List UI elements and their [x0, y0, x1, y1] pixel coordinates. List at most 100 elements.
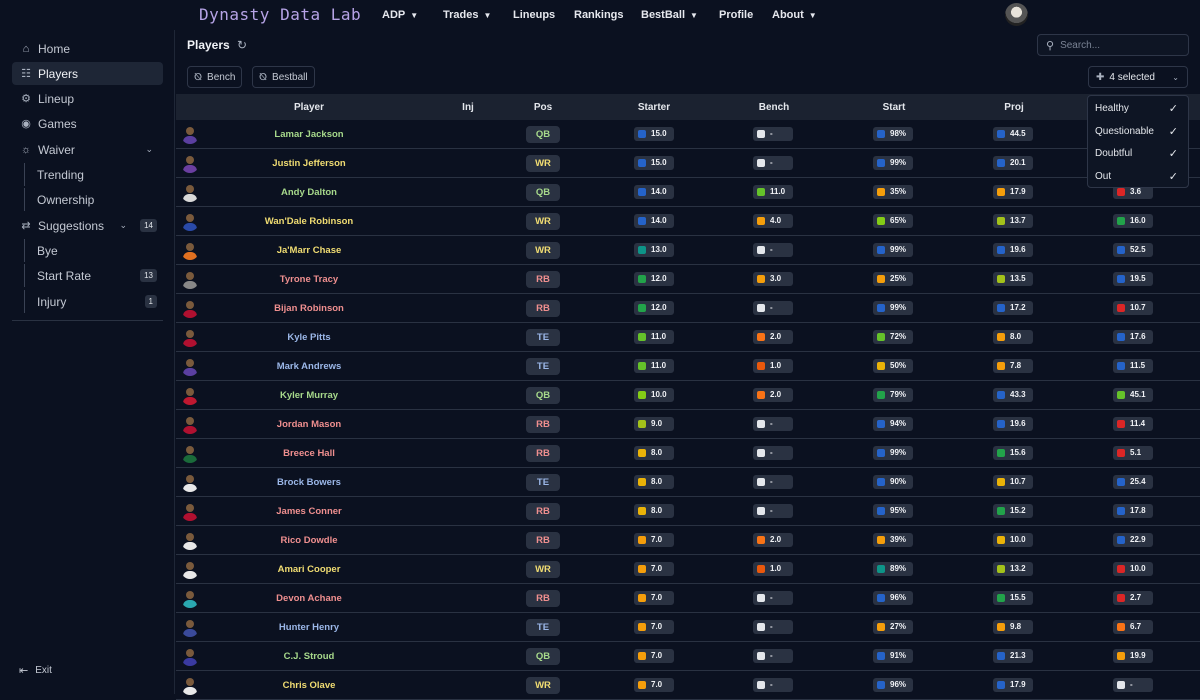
sidebar-item-bye[interactable]: Bye	[24, 239, 163, 262]
player-name[interactable]: James Conner	[276, 506, 341, 517]
proj-cell: 15.5	[993, 591, 1033, 605]
sidebar-item-home[interactable]: ⌂ Home	[12, 37, 163, 60]
sidebar-item-start-rate[interactable]: Start Rate 13	[24, 264, 163, 287]
table-row[interactable]: Hunter Henry TE 7.0 - 27% 9.8 6.7	[176, 613, 1200, 642]
position-badge: WR	[526, 155, 560, 172]
player-name[interactable]: Lamar Jackson	[274, 129, 343, 140]
app-logo[interactable]: Dynasty Data Lab	[199, 5, 361, 24]
column-starter[interactable]: Starter	[638, 102, 670, 113]
sidebar-item-games[interactable]: ◉ Games	[12, 112, 163, 135]
table-row[interactable]: Kyler Murray QB 10.0 2.0 79% 43.3 45.1	[176, 381, 1200, 410]
table-row[interactable]: Lamar Jackson QB 15.0 - 98% 44.5	[176, 120, 1200, 149]
proj-cell: 10.0	[993, 533, 1033, 547]
bench-filter-button[interactable]: ⦰ Bench	[187, 66, 243, 88]
table-row[interactable]: Kyle Pitts TE 11.0 2.0 72% 8.0 17.6	[176, 323, 1200, 352]
injury-status-dropdown: Healthy ✓ Questionable ✓ Doubtful ✓ Out ✓	[1087, 95, 1189, 188]
table-row[interactable]: Wan'Dale Robinson WR 14.0 4.0 65% 13.7 16.0	[176, 207, 1200, 236]
column-start[interactable]: Start	[883, 102, 906, 113]
table-row[interactable]: Devon Achane RB 7.0 - 96% 15.5 2.7	[176, 584, 1200, 613]
table-row[interactable]: Tyrone Tracy RB 12.0 3.0 25% 13.5 19.5	[176, 265, 1200, 294]
proj-cell: 44.5	[993, 127, 1033, 141]
player-avatar	[181, 300, 199, 318]
nav-profile[interactable]: Profile	[719, 0, 753, 30]
starter-cell: 14.0	[634, 214, 674, 228]
nav-rankings[interactable]: Rankings	[574, 0, 624, 30]
player-name[interactable]: C.J. Stroud	[284, 651, 335, 662]
position-badge: RB	[526, 532, 560, 549]
table-row[interactable]: Amari Cooper WR 7.0 1.0 89% 13.2 10.0	[176, 555, 1200, 584]
nav-about[interactable]: About ▼	[772, 0, 817, 30]
table-row[interactable]: James Conner RB 8.0 - 95% 15.2 17.8	[176, 497, 1200, 526]
player-name[interactable]: Rico Dowdle	[280, 535, 337, 546]
search-input[interactable]: ⚲ Search...	[1037, 34, 1189, 56]
sidebar-item-trending[interactable]: Trending	[24, 163, 163, 186]
player-name[interactable]: Bijan Robinson	[274, 303, 344, 314]
column-pos[interactable]: Pos	[534, 102, 552, 113]
player-name[interactable]: Chris Olave	[283, 680, 336, 691]
player-name[interactable]: Breece Hall	[283, 448, 335, 459]
bestball-icon: ⦰	[259, 71, 268, 83]
table-row[interactable]: Bijan Robinson RB 12.0 - 99% 17.2 10.7	[176, 294, 1200, 323]
table-row[interactable]: Brock Bowers TE 8.0 - 90% 10.7 25.4	[176, 468, 1200, 497]
start-cell: 90%	[873, 475, 913, 489]
player-name[interactable]: Justin Jefferson	[272, 158, 345, 169]
bench-cell: 11.0	[753, 185, 793, 199]
option-out[interactable]: Out ✓	[1088, 165, 1188, 187]
bench-cell: 1.0	[753, 359, 793, 373]
refresh-icon[interactable]: ↻	[237, 38, 247, 52]
suggestions-icon: ⇄	[21, 220, 31, 232]
starter-cell: 11.0	[634, 359, 674, 373]
nav-lineups[interactable]: Lineups	[513, 0, 555, 30]
column-inj[interactable]: Inj	[462, 102, 474, 113]
table-row[interactable]: Ja'Marr Chase WR 13.0 - 99% 19.6 52.5	[176, 236, 1200, 265]
player-name[interactable]: Wan'Dale Robinson	[265, 216, 353, 227]
player-name[interactable]: Jordan Mason	[277, 419, 341, 430]
player-name[interactable]: Mark Andrews	[277, 361, 342, 372]
sidebar-item-suggestions[interactable]: ⇄ Suggestions ⌄ 14	[12, 214, 163, 237]
player-name[interactable]: Kyle Pitts	[287, 332, 330, 343]
sidebar-item-injury[interactable]: Injury 1	[24, 290, 163, 313]
sidebar-item-lineup[interactable]: ⚙ Lineup	[12, 87, 163, 110]
user-avatar[interactable]	[1005, 3, 1028, 26]
sidebar-item-ownership[interactable]: Ownership	[24, 188, 163, 211]
nav-adp[interactable]: ADP ▼	[382, 0, 418, 30]
bench-cell: -	[753, 475, 793, 489]
exit-button[interactable]: ⇤ Exit	[19, 664, 52, 677]
player-name[interactable]: Amari Cooper	[278, 564, 341, 575]
player-name[interactable]: Devon Achane	[276, 593, 342, 604]
table-row[interactable]: Jordan Mason RB 9.0 - 94% 19.6 11.4	[176, 410, 1200, 439]
bench-cell: 2.0	[753, 330, 793, 344]
nav-trades[interactable]: Trades ▼	[443, 0, 491, 30]
player-name[interactable]: Tyrone Tracy	[280, 274, 338, 285]
player-name[interactable]: Kyler Murray	[280, 390, 338, 401]
column-player[interactable]: Player	[294, 102, 324, 113]
table-row[interactable]: Chris Olave WR 7.0 - 96% 17.9 -	[176, 671, 1200, 700]
bestball-filter-button[interactable]: ⦰ Bestball	[252, 66, 315, 88]
table-row[interactable]: C.J. Stroud QB 7.0 - 91% 21.3 19.9	[176, 642, 1200, 671]
player-name[interactable]: Ja'Marr Chase	[277, 245, 342, 256]
option-questionable[interactable]: Questionable ✓	[1088, 120, 1188, 142]
sidebar-item-players[interactable]: ☷ Players	[12, 62, 163, 85]
start-cell: 39%	[873, 533, 913, 547]
option-doubtful[interactable]: Doubtful ✓	[1088, 142, 1188, 164]
table-row[interactable]: Andy Dalton QB 14.0 11.0 35% 17.9 3.6	[176, 178, 1200, 207]
last-cell: 16.0	[1113, 214, 1153, 228]
table-row[interactable]: Justin Jefferson WR 15.0 - 99% 20.1	[176, 149, 1200, 178]
table-row[interactable]: Breece Hall RB 8.0 - 99% 15.6 5.1	[176, 439, 1200, 468]
player-name[interactable]: Hunter Henry	[279, 622, 339, 633]
column-bench[interactable]: Bench	[759, 102, 790, 113]
option-healthy[interactable]: Healthy ✓	[1088, 97, 1188, 119]
player-name[interactable]: Andy Dalton	[281, 187, 337, 198]
table-row[interactable]: Rico Dowdle RB 7.0 2.0 39% 10.0 22.9	[176, 526, 1200, 555]
player-name[interactable]: Brock Bowers	[277, 477, 341, 488]
injury-status-select[interactable]: ✚ 4 selected ⌄	[1088, 66, 1188, 88]
table-row[interactable]: Mark Andrews TE 11.0 1.0 50% 7.8 11.5	[176, 352, 1200, 381]
proj-cell: 15.6	[993, 446, 1033, 460]
proj-cell: 19.6	[993, 243, 1033, 257]
starter-cell: 9.0	[634, 417, 674, 431]
nav-bestball[interactable]: BestBall ▼	[641, 0, 698, 30]
starter-cell: 7.0	[634, 678, 674, 692]
column-proj[interactable]: Proj	[1004, 102, 1023, 113]
sidebar-item-waiver[interactable]: ☼ Waiver ⌄	[12, 138, 163, 161]
main-content: Players ↻ ⚲ Search... ⦰ Bench ⦰ Bestball ✚ 4…	[176, 30, 1200, 700]
